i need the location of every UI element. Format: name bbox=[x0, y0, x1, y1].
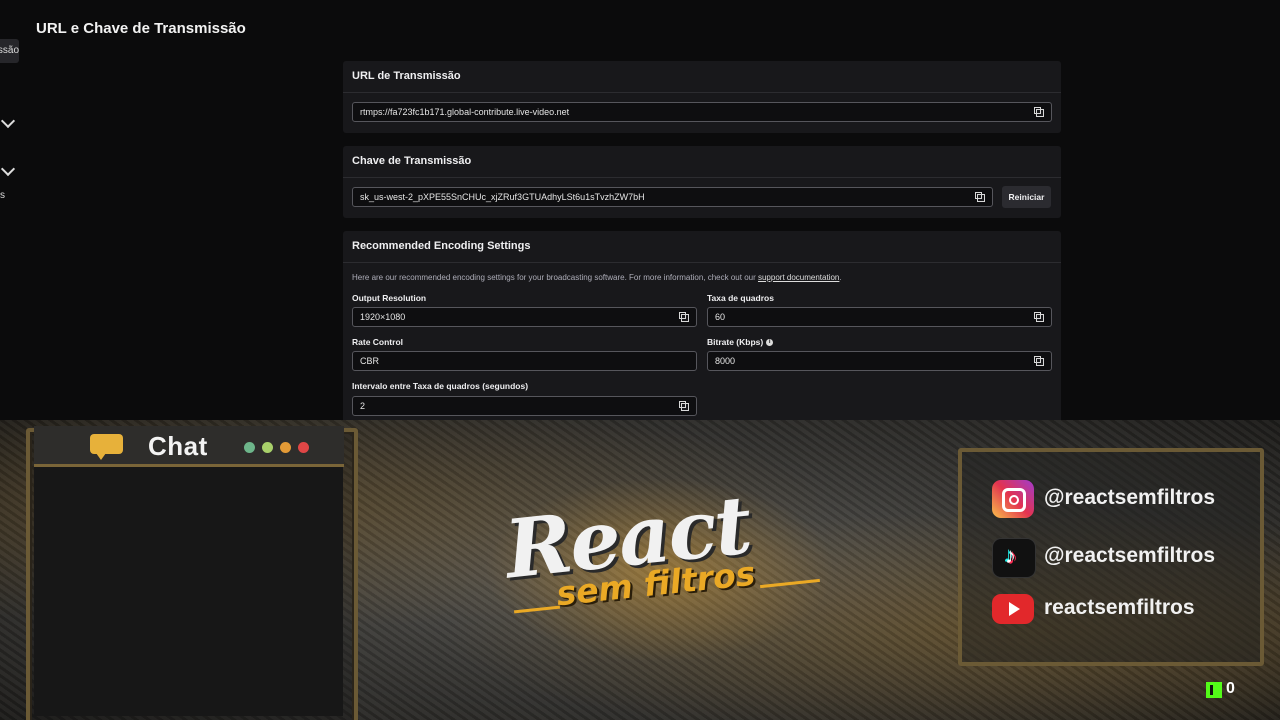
status-dot-icon bbox=[298, 442, 309, 453]
stream-key-value: sk_us-west-2_pXPE55SnCHUc_xjZRuf3GTUAdhy… bbox=[360, 192, 645, 202]
reset-key-button[interactable]: Reiniciar bbox=[1002, 186, 1051, 208]
stream-url-card: URL de Transmissão rtmps://fa723fc1b171.… bbox=[343, 61, 1061, 133]
kick-icon bbox=[1206, 682, 1222, 698]
stream-key-title: Chave de Transmissão bbox=[343, 146, 1061, 178]
kick-viewer-count: 0 bbox=[1226, 680, 1235, 697]
chat-body bbox=[34, 467, 343, 716]
page-title: URL e Chave de Transmissão bbox=[36, 20, 246, 37]
keyframe-interval-field[interactable]: 2 bbox=[352, 396, 697, 416]
copy-icon[interactable] bbox=[1034, 312, 1044, 322]
frame-rate-label: Taxa de quadros bbox=[707, 293, 774, 303]
chat-title: Chat bbox=[148, 431, 208, 461]
sidebar-item-label: nissão bbox=[0, 45, 19, 56]
stream-url-title: URL de Transmissão bbox=[343, 61, 1061, 93]
social-handle: @reactsemfiltros bbox=[1044, 486, 1216, 509]
stream-key-field[interactable]: sk_us-west-2_pXPE55SnCHUc_xjZRuf3GTUAdhy… bbox=[352, 187, 993, 207]
rate-control-label: Rate Control bbox=[352, 337, 403, 347]
social-handle: reactsemfiltros bbox=[1044, 596, 1195, 619]
stream-overlay: Chat React sem filtros @reactsemfiltros … bbox=[0, 420, 1280, 720]
output-resolution-field[interactable]: 1920×1080 bbox=[352, 307, 697, 327]
social-handle: @reactsemfiltros bbox=[1044, 544, 1216, 567]
bitrate-field[interactable]: 8000 bbox=[707, 351, 1052, 371]
chevron-down-icon[interactable] bbox=[0, 113, 16, 129]
status-dot-icon bbox=[262, 442, 273, 453]
encoding-description: Here are our recommended encoding settin… bbox=[352, 273, 842, 282]
copy-icon[interactable] bbox=[1034, 356, 1044, 366]
output-resolution-label: Output Resolution bbox=[352, 293, 427, 303]
status-dot-icon bbox=[244, 442, 255, 453]
rate-control-field[interactable]: CBR bbox=[352, 351, 697, 371]
status-dot-icon bbox=[280, 442, 291, 453]
copy-icon[interactable] bbox=[975, 192, 985, 202]
encoding-settings-title: Recommended Encoding Settings bbox=[343, 231, 1061, 263]
stream-url-field[interactable]: rtmps://fa723fc1b171.global-contribute.l… bbox=[352, 102, 1052, 122]
youtube-icon bbox=[992, 594, 1034, 624]
encoding-settings-card: Recommended Encoding Settings Here are o… bbox=[343, 231, 1061, 431]
tiktok-icon: ♪ bbox=[992, 538, 1036, 578]
frame-rate-field[interactable]: 60 bbox=[707, 307, 1052, 327]
chevron-down-icon[interactable] bbox=[0, 161, 16, 177]
support-documentation-link[interactable]: support documentation bbox=[758, 273, 839, 282]
info-icon[interactable]: i bbox=[766, 339, 774, 347]
chat-bubble-icon bbox=[90, 434, 123, 460]
bitrate-label: Bitrate (Kbps) i bbox=[707, 337, 774, 347]
stream-key-card: Chave de Transmissão sk_us-west-2_pXPE55… bbox=[343, 146, 1061, 218]
instagram-icon bbox=[992, 480, 1034, 518]
copy-icon[interactable] bbox=[679, 401, 689, 411]
copy-icon[interactable] bbox=[679, 312, 689, 322]
keyframe-interval-label: Intervalo entre Taxa de quadros (segundo… bbox=[352, 381, 529, 391]
sidebar-item-fragment[interactable]: s bbox=[0, 190, 5, 201]
chat-header: Chat bbox=[34, 426, 344, 467]
sidebar-item-active[interactable]: nissão bbox=[0, 39, 19, 63]
copy-icon[interactable] bbox=[1034, 107, 1044, 117]
stream-url-value: rtmps://fa723fc1b171.global-contribute.l… bbox=[360, 107, 570, 117]
